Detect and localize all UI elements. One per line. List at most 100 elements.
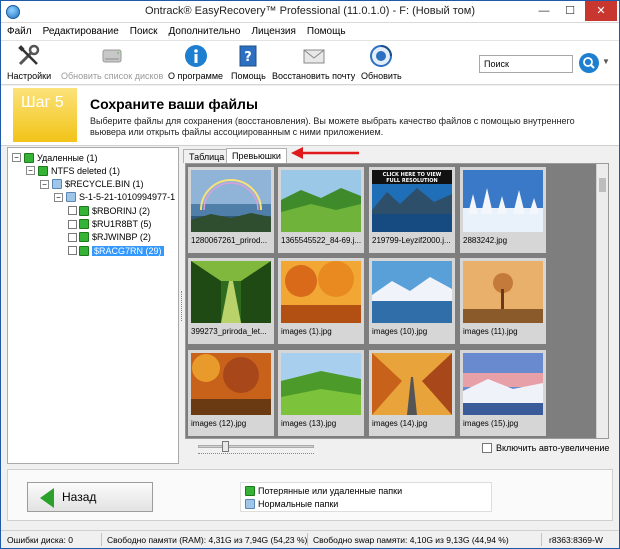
thumbnail-card[interactable]: images (11).jpg: [460, 258, 546, 344]
thumbnail-image[interactable]: [463, 353, 543, 415]
zoom-slider-knob[interactable]: [222, 441, 230, 452]
zoom-slider[interactable]: [198, 441, 316, 456]
thumbnail-image[interactable]: [372, 261, 452, 323]
search-icon[interactable]: [579, 53, 599, 73]
close-button[interactable]: ✕: [585, 1, 617, 21]
status-separator: [541, 533, 542, 546]
tree-item[interactable]: $RU1R8BT (5): [68, 218, 151, 231]
thumbnail-card[interactable]: 399273_priroda_let...: [188, 258, 274, 344]
tree-item-label: $RU1R8BT (5): [92, 219, 152, 229]
app-window: Ontrack® EasyRecovery™ Professional (11.…: [0, 0, 620, 549]
update-button[interactable]: Обновить: [361, 43, 402, 81]
thumbnail-caption: images (15).jpg: [463, 419, 519, 428]
tree-checkbox[interactable]: [68, 219, 77, 229]
tab-thumbnails[interactable]: Превьюшки: [226, 148, 287, 163]
tree-expander-icon[interactable]: −: [40, 179, 49, 189]
tree-item[interactable]: − Удаленные (1): [12, 151, 97, 164]
update-globe-icon: [369, 43, 393, 69]
panel-splitter[interactable]: [181, 291, 184, 321]
search-input[interactable]: Поиск: [479, 55, 573, 73]
thumbnail-grid: 1280067261_prirod... 1365545522_84-69.j..…: [185, 163, 609, 439]
vertical-scrollbar[interactable]: [596, 164, 608, 438]
green-folder-icon: [24, 152, 34, 163]
back-arrow-icon: [40, 488, 54, 508]
back-button[interactable]: Назад: [27, 482, 153, 512]
thumbnail-card[interactable]: images (12).jpg: [188, 350, 274, 436]
thumbnail-caption: images (1).jpg: [281, 327, 332, 336]
thumbnail-card[interactable]: 2883242.jpg: [460, 167, 546, 253]
thumbnail-card[interactable]: images (15).jpg: [460, 350, 546, 436]
menu-file[interactable]: Файл: [1, 23, 37, 37]
thumbnail-card[interactable]: 1280067261_prirod...: [188, 167, 274, 253]
thumbnail-image[interactable]: [281, 170, 361, 232]
thumbnail-image[interactable]: [191, 353, 271, 415]
thumbnail-card[interactable]: images (10).jpg: [369, 258, 455, 344]
tree-checkbox[interactable]: [68, 206, 77, 216]
thumbnail-card[interactable]: images (1).jpg: [278, 258, 364, 344]
refresh-disks-button[interactable]: Обновить список дисков: [61, 43, 163, 81]
blue-folder-icon: [52, 179, 62, 190]
step-header: Шаг 5 Сохраните ваши файлы Выберите файл…: [1, 86, 619, 146]
thumbnail-image[interactable]: CLICK HERE TO VIEW FULL RESOLUTION: [372, 170, 452, 232]
folder-legend: Потерянные или удаленные папки Нормальны…: [240, 482, 492, 512]
wrench-screwdriver-icon: [17, 43, 41, 69]
green-folder-icon: [245, 486, 255, 496]
zoom-slider-track[interactable]: [198, 445, 314, 448]
menu-advanced[interactable]: Дополнительно: [163, 23, 246, 37]
status-disk-errors: Ошибки диска: 0: [7, 535, 73, 545]
disk-drive-icon: [100, 43, 124, 69]
legend-item-normal: Нормальные папки: [245, 499, 338, 509]
thumbnail-image[interactable]: [281, 353, 361, 415]
tree-item[interactable]: − NTFS deleted (1): [26, 164, 120, 177]
about-button[interactable]: О программе: [168, 43, 223, 81]
thumbnail-image[interactable]: [191, 261, 271, 323]
tab-table[interactable]: Таблица: [183, 149, 231, 163]
tree-checkbox[interactable]: [68, 232, 77, 242]
green-folder-icon: [79, 245, 89, 256]
maximize-button[interactable]: ☐: [557, 1, 583, 21]
thumbnail-card[interactable]: CLICK HERE TO VIEW FULL RESOLUTION 219799-…: [369, 167, 455, 253]
thumbnail-card[interactable]: 1365545522_84-69.j...: [278, 167, 364, 253]
tree-item[interactable]: − $RECYCLE.BIN (1): [40, 178, 144, 191]
status-build: r8363:8369-W: [549, 535, 603, 545]
tree-expander-icon[interactable]: −: [12, 153, 21, 162]
thumbnail-image[interactable]: [463, 261, 543, 323]
thumbnail-image[interactable]: [463, 170, 543, 232]
chevron-down-icon[interactable]: ▼: [602, 57, 610, 66]
tree-item[interactable]: − S-1-5-21-1010994977-1: [54, 191, 175, 204]
about-label: О программе: [168, 71, 224, 81]
thumbnail-image[interactable]: [281, 261, 361, 323]
tree-expander-icon[interactable]: −: [54, 192, 63, 202]
tree-item-label: $RJWINBP (2): [92, 232, 151, 243]
status-separator: [307, 533, 308, 546]
menu-edit[interactable]: Редактирование: [37, 23, 124, 37]
thumbnail-card[interactable]: images (14).jpg: [369, 350, 455, 436]
menu-search[interactable]: Поиск: [124, 23, 163, 37]
thumbnail-image[interactable]: [191, 170, 271, 232]
thumbnail-card[interactable]: images (13).jpg: [278, 350, 364, 436]
restore-mail-button[interactable]: Восстановить почту: [272, 43, 355, 81]
minimize-button[interactable]: —: [531, 1, 557, 21]
tree-item[interactable]: $RJWINBP (2): [68, 231, 151, 244]
status-ram: Свободно памяти (RAM): 4,31G из 7,94G (5…: [107, 535, 308, 545]
scrollbar-thumb[interactable]: [599, 178, 606, 192]
auto-zoom-checkbox[interactable]: [482, 443, 492, 453]
tree-item[interactable]: $RBORINJ (2): [68, 204, 150, 217]
thumbnail-image[interactable]: [372, 353, 452, 415]
tree-item-label: NTFS deleted (1): [51, 165, 121, 176]
toolbar: Настройки Обновить список дисков О прогр…: [1, 41, 619, 85]
svg-text:?: ?: [245, 50, 253, 65]
tree-checkbox[interactable]: [68, 246, 77, 256]
menu-help[interactable]: Помощь: [301, 23, 351, 37]
tree-item[interactable]: $RACG7RN (29): [68, 244, 164, 257]
blue-folder-icon: [66, 192, 76, 203]
help-button[interactable]: ? Помощь: [231, 43, 266, 81]
back-button-label: Назад: [62, 490, 97, 504]
menu-license[interactable]: Лицензия: [245, 23, 300, 37]
settings-label: Настройки: [7, 71, 52, 81]
settings-button[interactable]: Настройки: [7, 43, 51, 81]
tree-item-label: $RECYCLE.BIN (1): [65, 179, 144, 190]
step-badge: Шаг 5: [13, 88, 77, 142]
tree-expander-icon[interactable]: −: [26, 166, 35, 176]
auto-zoom-toggle[interactable]: Включить авто-увеличение: [482, 443, 609, 453]
